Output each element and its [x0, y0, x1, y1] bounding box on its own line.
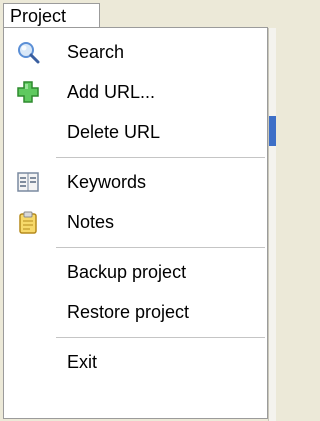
menu-item-label: Search: [67, 42, 125, 62]
menu-item-keywords[interactable]: Keywords: [4, 162, 267, 202]
menu-item-search[interactable]: Search: [4, 32, 267, 72]
background-window: [268, 28, 276, 421]
menu-item-label: Add URL...: [67, 82, 156, 102]
menu-item-restore-project[interactable]: Restore project: [4, 292, 267, 332]
menu-item-label: Exit: [67, 352, 98, 372]
menu-item-exit[interactable]: Exit: [4, 342, 267, 382]
menu-bar: Project: [0, 0, 275, 28]
add-plus-icon: [16, 80, 40, 104]
menu-item-label: Backup project: [67, 262, 187, 282]
menu-item-label: Delete URL: [67, 122, 161, 142]
menu-separator: [56, 157, 265, 158]
menu-item-backup-project[interactable]: Backup project: [4, 252, 267, 292]
menu-item-delete-url[interactable]: Delete URL: [4, 112, 267, 152]
menu-project[interactable]: Project: [3, 3, 100, 28]
menu-item-add-url[interactable]: Add URL...: [4, 72, 267, 112]
background-selection-sliver: [269, 116, 276, 146]
menu-item-label: Restore project: [67, 302, 190, 322]
menu-separator: [56, 337, 265, 338]
project-dropdown-menu: Search Add URL... Delete URL Keywords No…: [3, 27, 268, 419]
menu-item-notes[interactable]: Notes: [4, 202, 267, 242]
keywords-list-icon: [16, 170, 40, 194]
menu-separator: [56, 247, 265, 248]
app-window: Project Search Add URL... Delete URL Key…: [0, 0, 276, 421]
notes-clipboard-icon: [16, 210, 40, 234]
menu-item-label: Notes: [67, 212, 115, 232]
menu-item-label: Keywords: [67, 172, 147, 192]
search-icon: [16, 40, 40, 64]
